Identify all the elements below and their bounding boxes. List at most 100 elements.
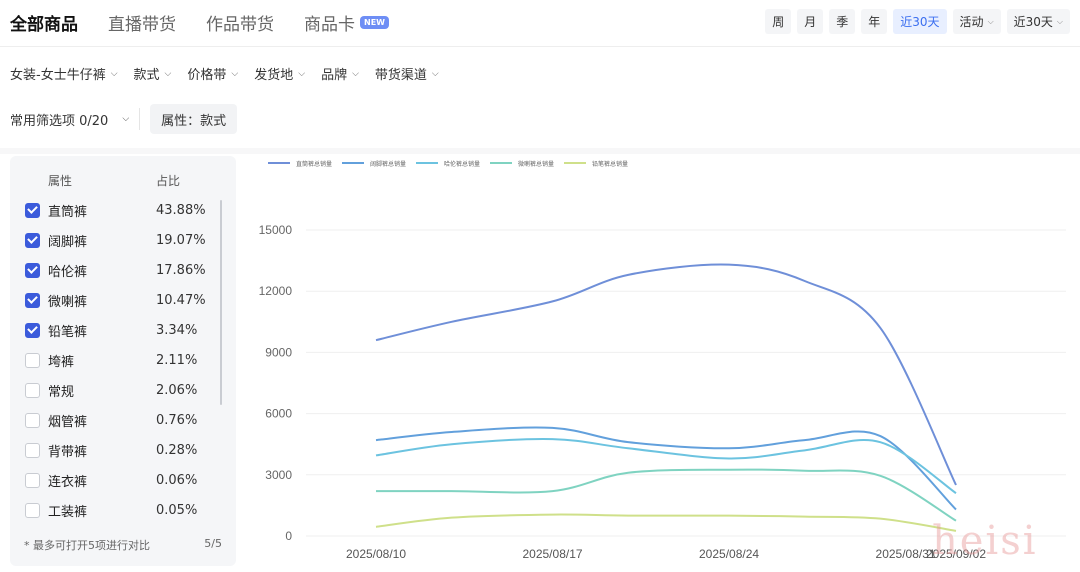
tab-live-selling[interactable]: 直播带货 (108, 10, 176, 35)
attribute-name: 直筒裤 (48, 204, 88, 220)
checkbox-checked[interactable] (25, 202, 40, 218)
attribute-name: 微喇裤 (48, 294, 88, 310)
y-tick-label: 6000 (265, 407, 292, 421)
attribute-row[interactable]: 垮裤 2.11% (10, 345, 236, 375)
compare-count: 5/5 (204, 537, 222, 550)
attribute-row[interactable]: 微喇裤 10.47% (10, 285, 236, 315)
attribute-name: 常规 (48, 384, 75, 400)
product-type-tabs: 全部商品 直播带货 作品带货 商品卡 NEW (10, 0, 419, 44)
attribute-name: 垮裤 (48, 354, 75, 370)
divider (0, 46, 1080, 47)
series-line-5 (375, 513, 957, 532)
chevron-down-icon: ⌵ (352, 68, 359, 79)
chevron-down-icon: ⌵ (1056, 16, 1063, 26)
new-badge: NEW (360, 15, 389, 29)
chevron-down-icon: ⌵ (122, 114, 130, 124)
filter-label: 发货地 (254, 68, 294, 83)
attribute-row[interactable]: 连衣裤 0.06% (10, 465, 236, 495)
attribute-share: 2.11% (156, 352, 198, 368)
attribute-row[interactable]: 背带裤 0.28% (10, 435, 236, 465)
attribute-share: 17.86% (156, 262, 206, 278)
attribute-share: 19.07% (156, 232, 206, 248)
period-selector: 周 月 季 年 近30天 活动 ⌵ 近30天 ⌵ (765, 9, 1070, 34)
activity-dropdown[interactable]: 活动 ⌵ (952, 9, 1001, 34)
y-tick-label: 12000 (259, 284, 293, 298)
filter-label: 价格带 (187, 68, 227, 83)
legend-label: 铅笔裤总销量 (592, 160, 628, 168)
attribute-chip[interactable]: 属性：款式 (150, 104, 238, 134)
attribute-row[interactable]: 烟管裤 0.76% (10, 405, 236, 435)
tab-label: 作品带货 (206, 14, 274, 35)
attribute-row[interactable]: 直筒裤 43.88% (10, 195, 236, 225)
attribute-row[interactable]: 工装裤 0.05% (10, 495, 236, 525)
checkbox-unchecked[interactable] (25, 442, 40, 458)
tab-all-products[interactable]: 全部商品 (10, 10, 78, 35)
price-filter[interactable]: 价格带 ⌵ (187, 64, 238, 83)
attribute-panel: 属性 占比 直筒裤 43.88% 阔脚裤 19.07% 哈伦裤 17.86% 微喇裤 10.4… (10, 156, 236, 566)
chevron-down-icon: ⌵ (231, 68, 239, 79)
attribute-share: 10.47% (156, 292, 206, 308)
filter-label: 女装-女士牛仔裤 (10, 68, 106, 83)
common-filters-select[interactable]: 常用筛选项 0/20 ⌵ (10, 110, 129, 129)
period-quarter-button[interactable]: 季 (829, 9, 856, 34)
ship-from-filter[interactable]: 发货地 ⌵ (254, 64, 305, 83)
date-range-dropdown[interactable]: 近30天 ⌵ (1006, 9, 1070, 34)
brand-filter[interactable]: 品牌 ⌵ (321, 64, 359, 83)
x-tick-label: 2025/08/17 (522, 547, 582, 561)
checkbox-checked[interactable] (25, 262, 40, 278)
checkbox-checked[interactable] (25, 322, 40, 338)
period-label: 月 (804, 15, 817, 29)
attribute-name: 工装裤 (48, 504, 88, 520)
period-week-button[interactable]: 周 (765, 9, 792, 34)
attribute-name: 铅笔裤 (48, 324, 88, 340)
series-line-4 (375, 468, 957, 522)
tab-product-card[interactable]: 商品卡 NEW (304, 10, 389, 35)
y-tick-label: 9000 (265, 345, 292, 359)
channel-filter[interactable]: 带货渠道 ⌵ (375, 64, 439, 83)
checkbox-unchecked[interactable] (25, 352, 40, 368)
chevron-down-icon: ⌵ (110, 68, 118, 79)
tab-label: 全部商品 (10, 14, 78, 35)
attribute-row[interactable]: 常规 2.06% (10, 375, 236, 405)
tab-label: 商品卡 (304, 14, 355, 35)
period-label: 近30天 (1013, 15, 1053, 29)
legend-label: 微喇裤总销量 (518, 160, 554, 168)
category-filter[interactable]: 女装-女士牛仔裤 ⌵ (10, 64, 118, 83)
sales-trend-chart: 0 3000 6000 9000 12000 15000 2025/08/10 2025/08… (246, 154, 1080, 572)
scrollbar[interactable] (220, 200, 222, 405)
tab-video-selling[interactable]: 作品带货 (206, 10, 274, 35)
legend-label: 直筒裤总销量 (296, 160, 332, 168)
chevron-down-icon: ⌵ (164, 68, 172, 79)
series-line-3 (375, 438, 957, 494)
legend-label: 哈伦裤总销量 (444, 160, 480, 168)
filter-label: 带货渠道 (374, 68, 427, 83)
checkbox-unchecked[interactable] (25, 472, 40, 488)
attribute-list: 直筒裤 43.88% 阔脚裤 19.07% 哈伦裤 17.86% 微喇裤 10.47% 铅笔裤 3… (10, 195, 236, 525)
period-last30-button[interactable]: 近30天 (893, 9, 947, 34)
y-tick-label: 3000 (265, 468, 292, 482)
attribute-share: 2.06% (156, 382, 198, 398)
period-month-button[interactable]: 月 (797, 9, 824, 34)
period-label: 周 (772, 15, 785, 29)
y-tick-label: 0 (285, 529, 292, 543)
chevron-down-icon: ⌵ (431, 68, 439, 79)
attribute-row[interactable]: 铅笔裤 3.34% (10, 315, 236, 345)
style-filter[interactable]: 款式 ⌵ (134, 64, 172, 83)
attribute-name: 连衣裤 (48, 474, 88, 490)
attribute-name: 哈伦裤 (48, 264, 88, 280)
period-label: 年 (868, 15, 881, 29)
common-filters-label: 常用筛选项 0/20 (10, 113, 109, 129)
checkbox-checked[interactable] (25, 232, 40, 248)
checkbox-unchecked[interactable] (25, 412, 40, 428)
x-tick-label: 2025/08/24 (699, 547, 759, 561)
attribute-row[interactable]: 阔脚裤 19.07% (10, 225, 236, 255)
attribute-share: 0.28% (156, 442, 198, 458)
checkbox-checked[interactable] (25, 292, 40, 308)
checkbox-unchecked[interactable] (25, 502, 40, 518)
divider (139, 108, 141, 130)
period-year-button[interactable]: 年 (861, 9, 888, 34)
attribute-row[interactable]: 哈伦裤 17.86% (10, 255, 236, 285)
filter-bar: 女装-女士牛仔裤 ⌵ 款式 ⌵ 价格带 ⌵ 发货地 ⌵ 品牌 ⌵ 带货渠道 ⌵ (10, 64, 455, 83)
checkbox-unchecked[interactable] (25, 382, 40, 398)
filter-label: 款式 (133, 68, 160, 83)
